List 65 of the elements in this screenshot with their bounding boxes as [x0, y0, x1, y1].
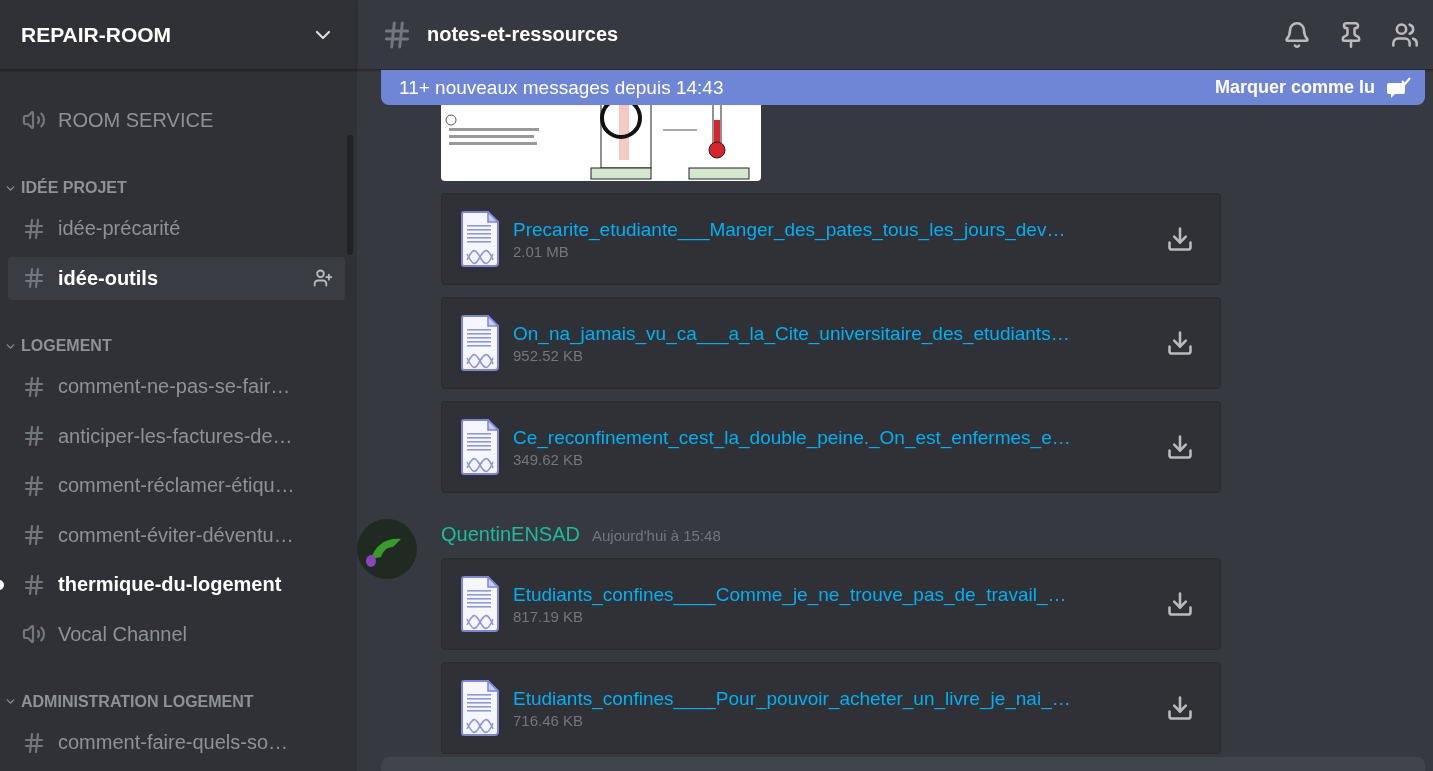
category-name: IDÉE PROJET — [21, 179, 127, 198]
file-size: 716.46 KB — [513, 711, 584, 729]
file-link[interactable]: Etudiants_confines____Pour_pouvoir_acheter_un_livre_je_nai_… — [513, 687, 1071, 710]
hash-icon — [22, 424, 46, 449]
file-icon — [461, 576, 499, 632]
channel-name: anticiper-les-factures-de… — [58, 424, 294, 448]
file-link[interactable]: Etudiants_confines____Comme_je_ne_trouve_pas_de_travail_… — [513, 583, 1067, 606]
download-icon[interactable] — [1166, 329, 1194, 357]
download-icon[interactable] — [1166, 225, 1194, 253]
file-icon — [461, 680, 499, 736]
channel-item[interactable]: Vocal Channel — [8, 612, 345, 656]
channel-item[interactable]: idée-outils — [8, 257, 345, 300]
file-size: 2.01 MB — [513, 242, 569, 260]
hash-icon — [22, 266, 46, 291]
channel-name: comment-éviter-déventu… — [58, 523, 295, 547]
channel-item[interactable]: comment-réclamer-étiqu… — [8, 464, 345, 508]
category-name: LOGEMENT — [21, 337, 112, 356]
channel-name: idée-outils — [58, 266, 159, 290]
hash-icon — [22, 216, 46, 241]
file-link[interactable]: On_na_jamais_vu_ca___a_la_Cite_universitaire_des_etudiants… — [513, 322, 1070, 345]
channel-name: comment-faire-quels-so… — [58, 731, 290, 755]
channel-item[interactable]: ROOM SERVICE — [8, 99, 345, 142]
banner-text: 11+ nouveaux messages depuis 14:43 — [399, 76, 724, 99]
add-member-icon[interactable] — [313, 268, 333, 289]
channel-item[interactable]: comment-faire-quels-so… — [8, 721, 345, 764]
channel-item[interactable]: idée-précarité — [8, 207, 345, 251]
channel-name: ROOM SERVICE — [58, 108, 215, 132]
category-header[interactable]: LOGEMENT — [4, 306, 345, 358]
file-link[interactable]: Ce_reconfinement_cest_la_double_peine._On_est_enfermes_e… — [513, 426, 1071, 449]
file-icon — [461, 419, 499, 475]
channel-item[interactable]: anticiper-les-factures-de… — [8, 415, 345, 458]
channel-name: thermique-du-logement — [58, 573, 283, 597]
channel-item[interactable]: comment-éviter-déventu… — [8, 514, 345, 557]
download-icon[interactable] — [1166, 694, 1194, 722]
file-link[interactable]: Precarite_etudiante___Manger_des_pates_tous_les_jours_dev… — [513, 218, 1066, 241]
channel-name: comment-ne-pas-se-fair… — [58, 375, 292, 399]
author-name[interactable]: QuentinENSAD — [441, 523, 580, 546]
hash-icon — [22, 730, 46, 755]
hash-icon — [22, 473, 46, 498]
channel-item[interactable]: thermique-du-logement — [8, 563, 345, 606]
category-header[interactable]: ADMINISTRATION LOGEMENT — [4, 662, 345, 714]
chat-check-icon — [1387, 76, 1411, 99]
channel-item[interactable]: comment-ne-pas-se-fair… — [8, 365, 345, 409]
channel-name: comment-réclamer-étiqu… — [58, 474, 296, 498]
category-header[interactable]: IDÉE PROJET — [4, 148, 345, 200]
file-icon — [461, 315, 499, 371]
hash-icon — [22, 523, 46, 548]
server-name: REPAIR-ROOM — [21, 22, 172, 47]
bell-icon[interactable] — [1283, 20, 1311, 49]
hash-icon — [22, 374, 46, 399]
channel-name: Vocal Channel — [58, 622, 188, 646]
hash-icon — [22, 572, 46, 597]
channel-title: notes-et-ressources — [427, 23, 620, 46]
download-icon[interactable] — [1166, 433, 1194, 461]
timestamp: Aujourd'hui à 15:48 — [591, 527, 721, 544]
mark-read-button[interactable]: Marquer comme lu — [1214, 76, 1411, 99]
download-icon[interactable] — [1166, 590, 1194, 618]
avatar[interactable] — [357, 519, 417, 579]
file-size: 817.19 KB — [513, 607, 584, 625]
file-icon — [461, 211, 499, 267]
file-size: 952.52 KB — [513, 346, 584, 364]
channel-name: idée-précarité — [58, 217, 182, 241]
members-icon[interactable] — [1391, 20, 1419, 49]
category-name: ADMINISTRATION LOGEMENT — [21, 692, 254, 711]
file-size: 349.62 KB — [513, 450, 584, 468]
